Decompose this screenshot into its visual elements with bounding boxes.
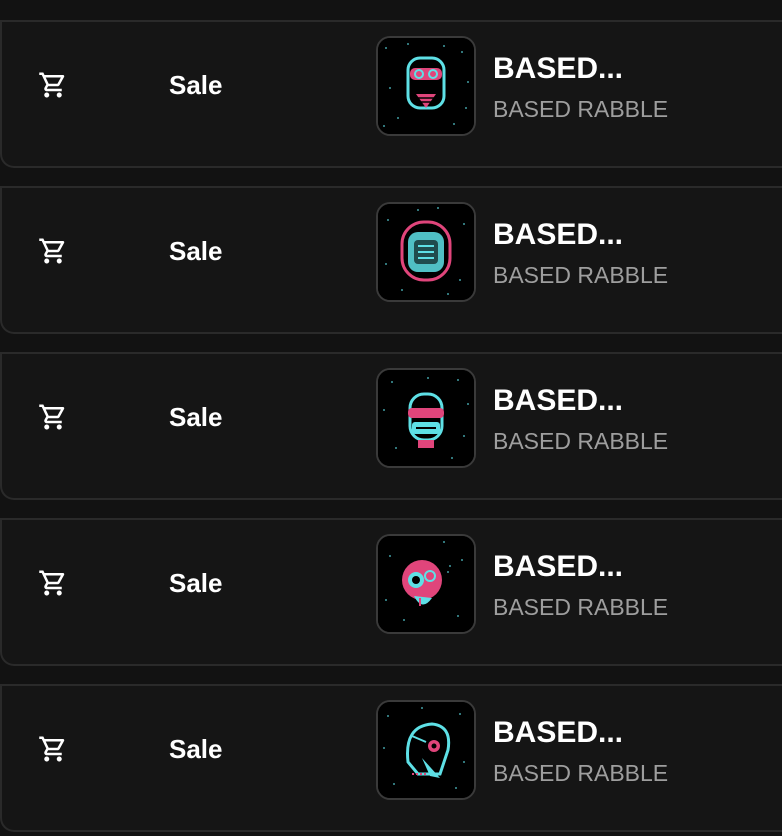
nft-title[interactable]: BASED... bbox=[493, 52, 623, 86]
nft-thumbnail[interactable] bbox=[376, 202, 476, 302]
nft-title[interactable]: BASED... bbox=[493, 384, 623, 418]
collection-name[interactable]: BASED RABBLE bbox=[493, 760, 668, 786]
nft-thumbnail[interactable] bbox=[376, 368, 476, 468]
cart-icon bbox=[38, 568, 68, 598]
collection-name[interactable]: BASED RABBLE bbox=[493, 428, 668, 454]
nft-thumbnail[interactable] bbox=[376, 700, 476, 800]
nft-title[interactable]: BASED... bbox=[493, 716, 623, 750]
nft-thumbnail[interactable] bbox=[376, 36, 476, 136]
event-type-label: Sale bbox=[169, 734, 223, 764]
cart-icon bbox=[38, 236, 68, 266]
nft-art-image bbox=[378, 38, 474, 134]
activity-row[interactable]: Sale BASED... BASED RABBLE bbox=[0, 684, 782, 832]
activity-row[interactable]: Sale BASED... BASED RABBLE bbox=[0, 352, 782, 500]
nft-title[interactable]: BASED... bbox=[493, 218, 623, 252]
activity-row[interactable]: Sale BASED... BASED RABBLE bbox=[0, 20, 782, 168]
event-type-label: Sale bbox=[169, 70, 223, 100]
activity-row[interactable]: Sale BASED... BASED RABBLE bbox=[0, 186, 782, 334]
nft-art-image bbox=[378, 370, 474, 466]
cart-icon bbox=[38, 402, 68, 432]
activity-list: Sale BASED... BASED RABBLE Sale BASED...… bbox=[0, 0, 782, 836]
collection-name[interactable]: BASED RABBLE bbox=[493, 262, 668, 288]
event-type-label: Sale bbox=[169, 236, 223, 266]
nft-title[interactable]: BASED... bbox=[493, 550, 623, 584]
event-type-label: Sale bbox=[169, 568, 223, 598]
collection-name[interactable]: BASED RABBLE bbox=[493, 96, 668, 122]
collection-name[interactable]: BASED RABBLE bbox=[493, 594, 668, 620]
cart-icon bbox=[38, 70, 68, 100]
cart-icon bbox=[38, 734, 68, 764]
nft-art-image bbox=[378, 702, 474, 798]
nft-thumbnail[interactable] bbox=[376, 534, 476, 634]
nft-art-image bbox=[378, 204, 474, 300]
activity-row[interactable]: Sale BASED... BASED RABBLE bbox=[0, 518, 782, 666]
list-top-edge bbox=[0, 0, 782, 20]
nft-art-image bbox=[378, 536, 474, 632]
event-type-label: Sale bbox=[169, 402, 223, 432]
